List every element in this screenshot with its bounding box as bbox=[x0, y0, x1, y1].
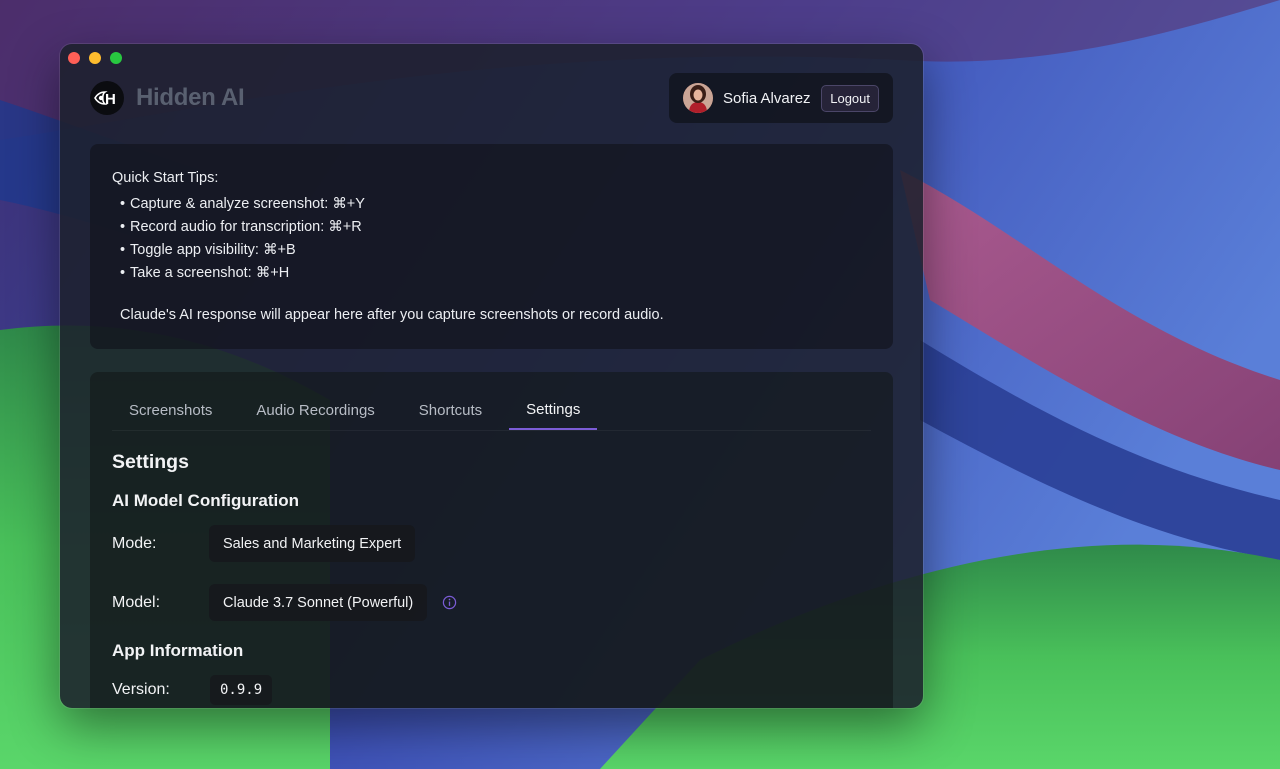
tip-item: • Toggle app visibility: ⌘+B bbox=[120, 239, 871, 262]
tab-bar: Screenshots Audio Recordings Shortcuts S… bbox=[112, 391, 871, 431]
app-brand: H Hidden AI bbox=[90, 81, 245, 115]
tip-item: • Take a screenshot: ⌘+H bbox=[120, 262, 871, 285]
logout-button[interactable]: Logout bbox=[821, 84, 879, 112]
mode-select[interactable]: Sales and Marketing Expert bbox=[209, 525, 416, 562]
response-panel: Quick Start Tips: • Capture & analyze sc… bbox=[90, 144, 893, 349]
mode-row: Mode: Sales and Marketing Expert bbox=[112, 525, 871, 562]
tab-settings[interactable]: Settings bbox=[509, 391, 598, 430]
user-name: Sofia Alvarez bbox=[723, 89, 811, 107]
info-icon[interactable] bbox=[442, 595, 457, 610]
tip-item: • Capture & analyze screenshot: ⌘+Y bbox=[120, 193, 871, 216]
app-logo-letter: H bbox=[105, 91, 116, 108]
tip-item: • Record audio for transcription: ⌘+R bbox=[120, 216, 871, 239]
version-row: Version: 0.9.9 bbox=[112, 675, 871, 705]
tip-text: Toggle app visibility: ⌘+B bbox=[130, 242, 296, 258]
response-placeholder-note: Claude's AI response will appear here af… bbox=[120, 307, 664, 323]
app-information-title: App Information bbox=[112, 641, 244, 660]
zoom-window-button[interactable] bbox=[110, 52, 122, 64]
minimize-window-button[interactable] bbox=[89, 52, 101, 64]
eye-logo-icon: H bbox=[90, 81, 124, 115]
user-avatar bbox=[683, 83, 713, 113]
tips-title: Quick Start Tips: bbox=[112, 170, 219, 186]
version-label: Version: bbox=[112, 681, 170, 698]
ai-model-config-title: AI Model Configuration bbox=[112, 491, 299, 510]
bullet-glyph: • bbox=[120, 242, 126, 258]
app-name: Hidden AI bbox=[136, 84, 245, 111]
bullet-glyph: • bbox=[120, 219, 126, 235]
model-label: Model: bbox=[112, 593, 161, 611]
tab-audio-recordings[interactable]: Audio Recordings bbox=[239, 391, 391, 430]
close-window-button[interactable] bbox=[68, 52, 80, 64]
model-row: Model: Claude 3.7 Sonnet (Powerful) bbox=[112, 584, 871, 621]
bullet-glyph: • bbox=[120, 265, 126, 281]
tab-shortcuts[interactable]: Shortcuts bbox=[402, 391, 499, 430]
user-panel: Sofia Alvarez Logout bbox=[669, 73, 893, 123]
tip-text: Record audio for transcription: ⌘+R bbox=[130, 219, 362, 235]
bullet-glyph: • bbox=[120, 196, 126, 212]
model-select[interactable]: Claude 3.7 Sonnet (Powerful) bbox=[209, 584, 428, 621]
mode-label: Mode: bbox=[112, 534, 157, 552]
tip-text: Take a screenshot: ⌘+H bbox=[130, 265, 290, 281]
settings-panel: Screenshots Audio Recordings Shortcuts S… bbox=[90, 372, 893, 708]
tip-text: Capture & analyze screenshot: ⌘+Y bbox=[130, 196, 365, 212]
settings-title: Settings bbox=[112, 451, 189, 473]
app-window: H Hidden AI Sofia Alvarez Logout Quick S… bbox=[60, 44, 923, 708]
window-controls bbox=[68, 52, 122, 64]
version-value: 0.9.9 bbox=[210, 675, 273, 705]
tab-screenshots[interactable]: Screenshots bbox=[112, 391, 229, 430]
